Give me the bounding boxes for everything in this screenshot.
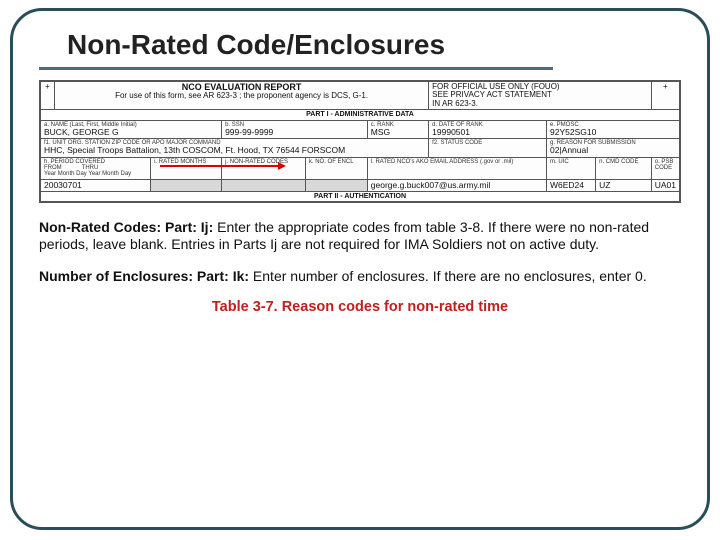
val-c: MSG: [371, 127, 390, 137]
crosshair-left: +: [41, 82, 55, 110]
val-n: UZ: [599, 180, 610, 190]
val-d: 19990501: [432, 127, 470, 137]
h-from: FROM: [44, 165, 62, 171]
val-g: 02|Annual: [550, 145, 588, 155]
part2-header: PART II - AUTHENTICATION: [41, 192, 680, 202]
h-dateline: Year Month Day Year Month Day: [44, 171, 147, 177]
label-o: o. PSB CODE: [655, 159, 676, 172]
val-h: 20030701: [44, 180, 82, 190]
paragraph-enclosures: Number of Enclosures: Part: Ik: Enter nu…: [39, 268, 681, 285]
slide-frame: Non-Rated Code/Enclosures + NCO EVALUATI…: [10, 8, 710, 530]
label-l: l. RATED NCO's AKO EMAIL ADDRESS (.gov o…: [371, 159, 543, 165]
title-underline: [39, 67, 553, 70]
paragraph-nonrated: Non-Rated Codes: Part: Ij: Enter the app…: [39, 219, 681, 253]
val-f1: HHC, Special Troops Battalion, 13th COSC…: [44, 145, 345, 155]
nco-form-image: + NCO EVALUATION REPORT For use of this …: [39, 80, 681, 203]
val-b: 999-99-9999: [225, 127, 273, 137]
label-n: n. CMD CODE: [599, 159, 648, 165]
para1-prefix: Non-Rated Codes: Part: Ij:: [39, 219, 213, 235]
form-subtitle: For use of this form, see AR 623-3 ; the…: [115, 91, 368, 100]
part1-header: PART I - ADMINISTRATIVE DATA: [41, 110, 680, 120]
label-f2: f2. STATUS CODE: [432, 140, 543, 146]
val-m: W6ED24: [550, 180, 584, 190]
val-e: 92Y52SG10: [550, 127, 596, 137]
val-a: BUCK, GEORGE G: [44, 127, 119, 137]
para2-rest: Enter number of enclosures. If there are…: [249, 268, 647, 284]
val-l: george.g.buck007@us.army.mil: [371, 180, 491, 190]
crosshair-right: +: [651, 82, 679, 110]
fouo-line3: IN AR 623-3.: [432, 99, 478, 108]
footer-caption: Table 3-7. Reason codes for non-rated ti…: [39, 299, 681, 315]
para2-prefix: Number of Enclosures: Part: Ik:: [39, 268, 249, 284]
slide-title: Non-Rated Code/Enclosures: [67, 29, 681, 61]
h-thru: THRU: [82, 165, 99, 171]
red-arrow-icon: [160, 165, 280, 167]
label-m: m. UIC: [550, 159, 592, 165]
label-k: k. NO. OF ENCL: [309, 159, 364, 165]
val-o: UA01: [655, 180, 676, 190]
